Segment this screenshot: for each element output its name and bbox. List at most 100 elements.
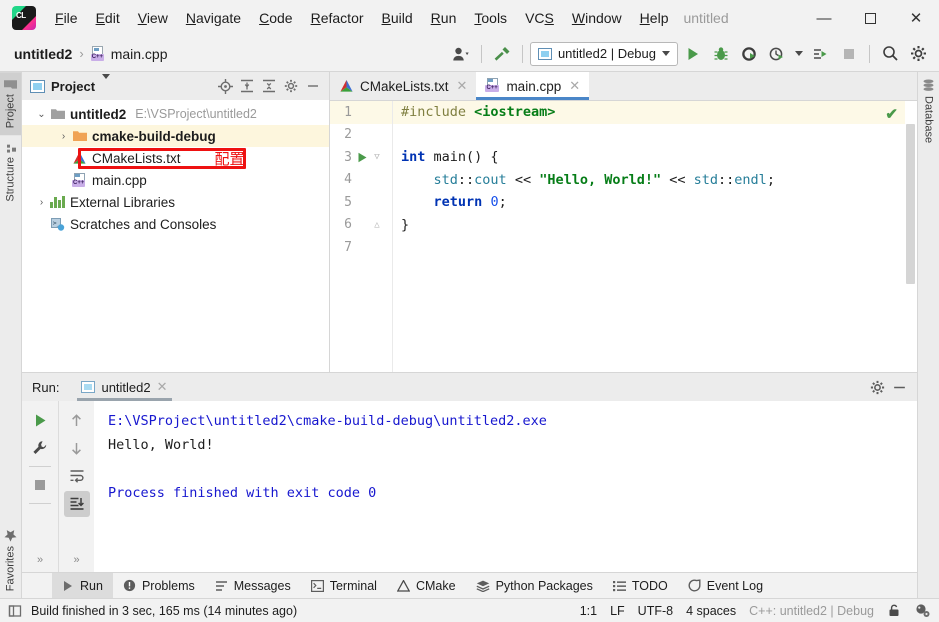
- gutter-line-1[interactable]: 1: [330, 101, 392, 124]
- inspections-icon[interactable]: [914, 603, 931, 618]
- tool-window-event-log[interactable]: Event Log: [678, 573, 773, 599]
- close-icon[interactable]: ✕: [457, 78, 468, 94]
- tool-window-terminal[interactable]: Terminal: [301, 573, 387, 599]
- code-fold-icon[interactable]: △: [370, 220, 384, 230]
- locate-target-icon[interactable]: [215, 76, 235, 96]
- menu-item-tools[interactable]: Tools: [465, 7, 516, 29]
- project-tree[interactable]: ⌄ untitled2 E:\VSProject\untitled2 › cmake-b…: [22, 100, 329, 372]
- editor-scrollbar[interactable]: [905, 101, 917, 372]
- breadcrumb-file[interactable]: main.cpp: [111, 46, 168, 62]
- menu-item-navigate[interactable]: Navigate: [177, 7, 250, 29]
- debug-icon[interactable]: [708, 41, 734, 67]
- run-with-coverage-icon[interactable]: [736, 41, 762, 67]
- close-icon[interactable]: ✕: [157, 379, 168, 395]
- expand-toolbar-icon[interactable]: »: [37, 554, 43, 572]
- gutter-line-3[interactable]: 3 ▽: [330, 146, 392, 169]
- scrollbar-thumb[interactable]: [906, 124, 915, 284]
- run-gutter-icon[interactable]: [354, 152, 370, 163]
- tree-expand-arrow[interactable]: ⌄: [34, 109, 49, 120]
- menu-item-help[interactable]: Help: [631, 7, 678, 29]
- tree-node-scratches-and-consoles[interactable]: >_ Scratches and Consoles: [22, 213, 329, 235]
- search-icon[interactable]: [877, 41, 903, 67]
- inspection-status-icon[interactable]: ✔: [885, 105, 898, 123]
- menu-item-window[interactable]: Window: [563, 7, 631, 29]
- code-line-2[interactable]: [393, 124, 905, 147]
- caret-position[interactable]: 1:1: [580, 604, 597, 618]
- editor-tab-cmakelists-txt[interactable]: CMakeLists.txt ✕: [330, 72, 476, 100]
- gutter-line-4[interactable]: 4: [330, 169, 392, 192]
- close-icon[interactable]: ✕: [569, 78, 580, 94]
- tree-node-untitled2[interactable]: ⌄ untitled2 E:\VSProject\untitled2: [22, 103, 329, 125]
- close-button[interactable]: ✕: [893, 0, 939, 36]
- maximize-button[interactable]: [847, 0, 893, 36]
- tool-window-cmake[interactable]: CMake: [387, 573, 466, 599]
- wrench-settings-icon[interactable]: [27, 435, 53, 461]
- menu-item-vcs[interactable]: VCS: [516, 7, 563, 29]
- user-avatar-icon[interactable]: [448, 41, 474, 67]
- scroll-to-end-icon[interactable]: [63, 491, 90, 517]
- console-output[interactable]: E:\VSProject\untitled2\cmake-build-debug…: [94, 401, 917, 572]
- indent-setting[interactable]: 4 spaces: [686, 604, 736, 618]
- menu-item-code[interactable]: Code: [250, 7, 301, 29]
- menu-item-run[interactable]: Run: [422, 7, 466, 29]
- tree-node-cmakelists-txt[interactable]: CMakeLists.txt 配置: [22, 147, 329, 169]
- gear-icon[interactable]: [905, 41, 931, 67]
- gutter-line-5[interactable]: 5: [330, 191, 392, 214]
- rerun-icon[interactable]: [27, 407, 53, 433]
- sidebar-item-structure[interactable]: Structure: [0, 135, 21, 209]
- code-line-3[interactable]: int main() {: [393, 146, 905, 169]
- tree-expand-arrow[interactable]: ›: [34, 197, 49, 208]
- tool-window-problems[interactable]: Problems: [113, 573, 205, 599]
- menu-item-build[interactable]: Build: [373, 7, 422, 29]
- hide-panel-icon[interactable]: [303, 76, 323, 96]
- tree-node-main-cpp[interactable]: C++ main.cpp: [22, 169, 329, 191]
- tool-window-run[interactable]: Run: [52, 572, 113, 599]
- run-tab-untitled2[interactable]: untitled2 ✕: [73, 373, 175, 401]
- editor-tab-main-cpp[interactable]: C++ main.cpp ✕: [476, 72, 590, 100]
- gutter-line-7[interactable]: 7: [330, 236, 392, 259]
- hammer-build-icon[interactable]: [489, 41, 515, 67]
- minimize-button[interactable]: —: [801, 0, 847, 36]
- run-configuration-selector[interactable]: untitled2 | Debug: [529, 41, 678, 66]
- arrow-down-icon[interactable]: [64, 435, 90, 461]
- expand-all-icon[interactable]: [237, 76, 257, 96]
- tree-node-cmake-build-debug[interactable]: › cmake-build-debug: [22, 125, 329, 147]
- expand-toolbar-icon-2[interactable]: »: [73, 554, 79, 572]
- attach-to-process-icon[interactable]: [808, 41, 834, 67]
- menu-item-refactor[interactable]: Refactor: [302, 7, 373, 29]
- code-line-6[interactable]: }: [393, 214, 905, 237]
- breadcrumb-project[interactable]: untitled2: [14, 46, 72, 62]
- code-line-5[interactable]: return 0;: [393, 191, 905, 214]
- stop-icon[interactable]: [27, 472, 53, 498]
- toggle-panel-icon[interactable]: [8, 604, 23, 618]
- arrow-up-icon[interactable]: [64, 407, 90, 433]
- editor-gutter[interactable]: 1 2 3 ▽ 4 5 6 △ 7: [330, 101, 392, 372]
- tool-window-python-packages[interactable]: Python Packages: [466, 573, 603, 599]
- run-icon[interactable]: [680, 41, 706, 67]
- project-dropdown-chevron-down-icon[interactable]: [102, 73, 111, 94]
- tree-expand-arrow[interactable]: ›: [56, 131, 71, 142]
- gutter-line-2[interactable]: 2: [330, 124, 392, 147]
- sidebar-item-favorites[interactable]: Favorites: [0, 522, 21, 598]
- sidebar-item-project[interactable]: Project: [0, 72, 21, 136]
- gear-icon[interactable]: [281, 76, 301, 96]
- line-separator[interactable]: LF: [610, 604, 625, 618]
- code-line-4[interactable]: std::cout << "Hello, World!" << std::end…: [393, 169, 905, 192]
- soft-wrap-icon[interactable]: [64, 463, 90, 489]
- tool-window-todo[interactable]: TODO: [603, 573, 678, 599]
- menu-item-edit[interactable]: Edit: [87, 7, 129, 29]
- code-area[interactable]: #include <iostream> int main() { std::co…: [392, 101, 905, 372]
- file-encoding[interactable]: UTF-8: [638, 604, 673, 618]
- collapse-all-icon[interactable]: [259, 76, 279, 96]
- gutter-line-6[interactable]: 6 △: [330, 214, 392, 237]
- tree-node-external-libraries[interactable]: › External Libraries: [22, 191, 329, 213]
- code-fold-icon[interactable]: ▽: [370, 152, 384, 162]
- lock-icon[interactable]: [887, 603, 901, 618]
- profile-dropdown-chevron-down-icon[interactable]: [792, 41, 806, 67]
- build-config-status[interactable]: C++: untitled2 | Debug: [749, 604, 874, 618]
- sidebar-item-database[interactable]: Database: [918, 72, 939, 150]
- gear-icon[interactable]: [867, 377, 887, 397]
- profile-icon[interactable]: [764, 41, 790, 67]
- code-line-1[interactable]: #include <iostream>: [393, 101, 905, 124]
- hide-panel-icon[interactable]: [889, 377, 909, 397]
